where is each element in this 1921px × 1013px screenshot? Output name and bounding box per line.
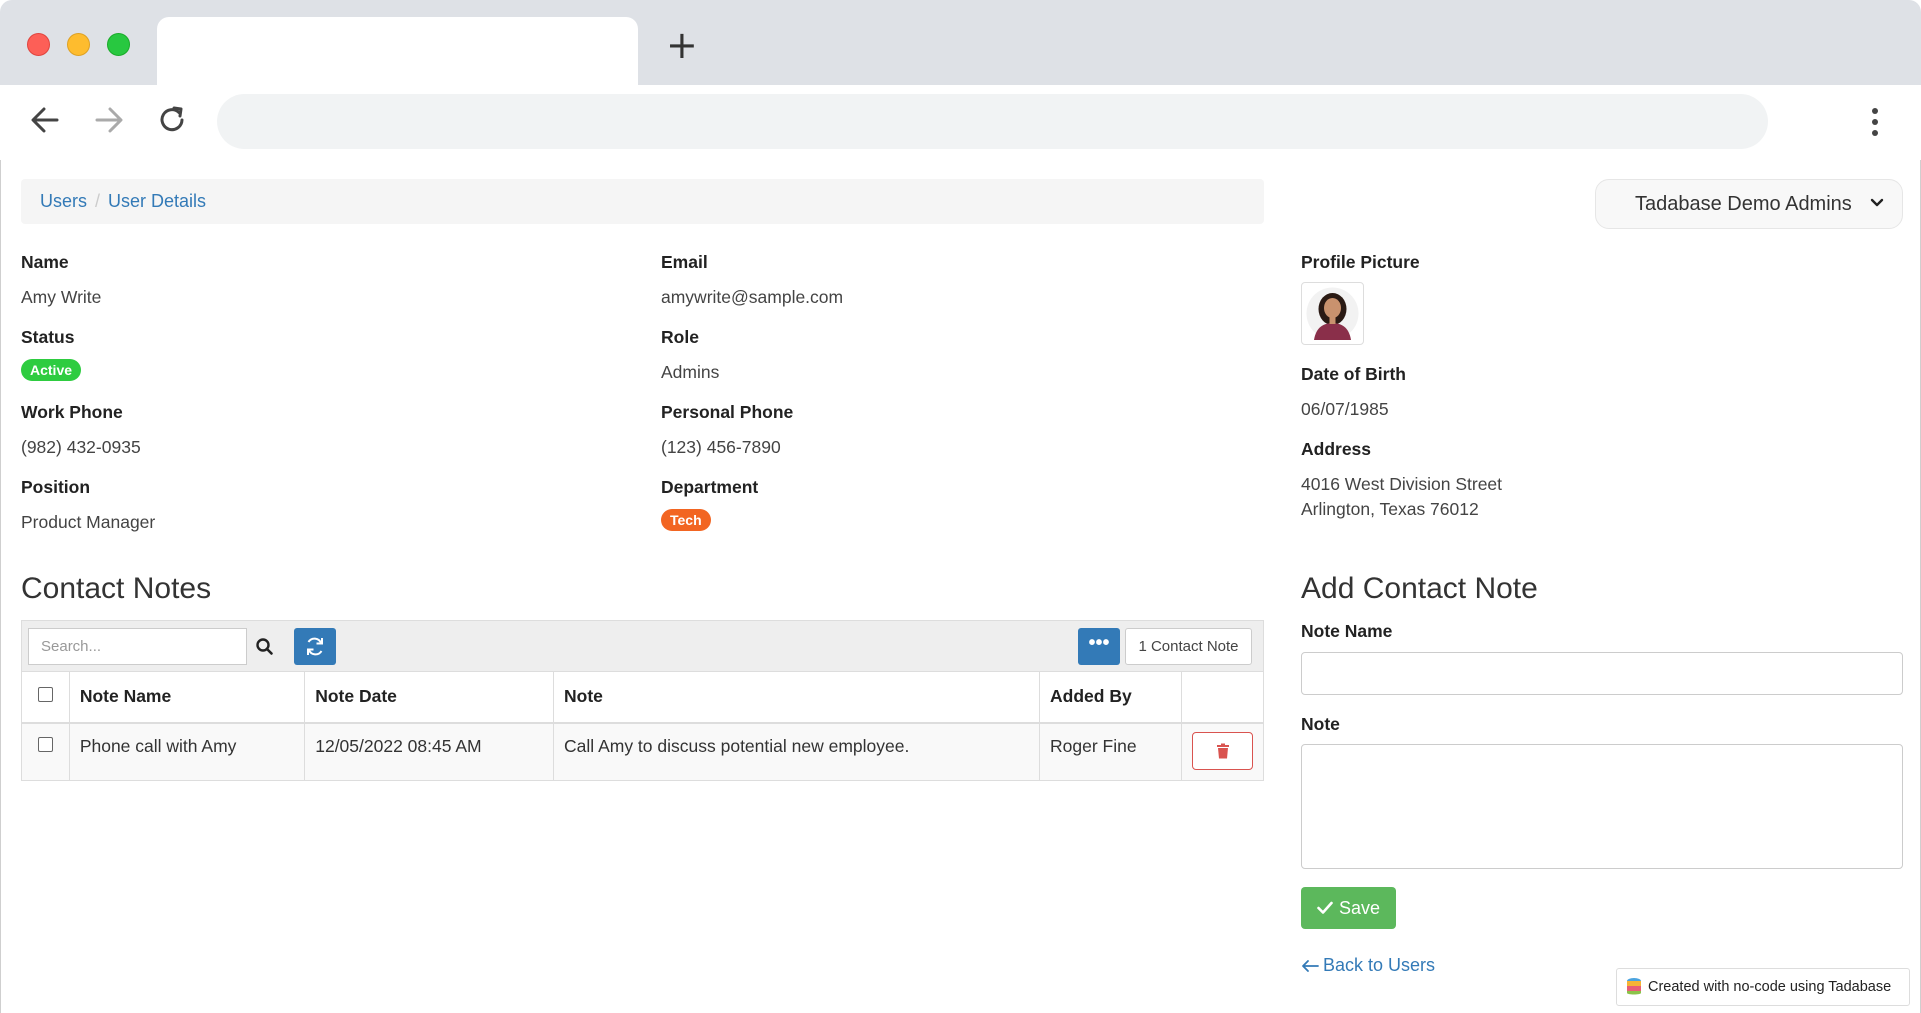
role-label: Role	[661, 327, 699, 347]
dob-field: Date of Birth 06/07/1985	[1301, 364, 1406, 422]
row-checkbox[interactable]	[37, 736, 53, 752]
address-line2: Arlington, Texas 76012	[1301, 499, 1479, 519]
cell-added-by: Roger Fine	[1039, 722, 1182, 781]
breadcrumb-users-link[interactable]: Users	[40, 191, 87, 212]
personal-phone-field: Personal Phone (123) 456-7890	[661, 402, 793, 460]
account-menu-button[interactable]: Tadabase Demo Admins	[1595, 179, 1903, 229]
breadcrumb: Users / User Details	[21, 179, 1264, 224]
col-note-date[interactable]: Note Date	[304, 671, 555, 724]
col-note[interactable]: Note	[553, 671, 1041, 724]
plus-icon[interactable]: +	[666, 26, 698, 64]
back-to-users-label: Back to Users	[1323, 955, 1436, 975]
cell-note-name: Phone call with Amy	[68, 722, 306, 781]
personal-phone-label: Personal Phone	[661, 402, 794, 422]
table-row: Phone call with Amy 12/05/2022 08:45 AM …	[21, 722, 1264, 781]
chevron-down-icon	[1870, 198, 1884, 207]
address-value: 4016 West Division Street Arlington, Tex…	[1301, 472, 1502, 522]
table-toolbar: Search... ••• 1 Contact Note	[21, 620, 1264, 672]
table-header-row: Note Name Note Date Note Added By	[21, 671, 1264, 724]
breadcrumb-user-details-link[interactable]: User Details	[108, 191, 206, 212]
position-value: Product Manager	[21, 512, 156, 532]
name-label: Name	[21, 252, 69, 272]
profile-picture-label: Profile Picture	[1301, 252, 1420, 272]
tadabase-badge[interactable]: Created with no-code using Tadabase	[1616, 968, 1910, 1006]
dob-value: 06/07/1985	[1301, 399, 1389, 419]
save-label: Save	[1338, 897, 1381, 918]
note-textarea[interactable]	[1301, 744, 1903, 869]
arrow-right-icon[interactable]	[92, 103, 126, 137]
col-note-name[interactable]: Note Name	[68, 671, 306, 724]
browser-chrome: +	[0, 0, 1921, 159]
profile-picture-field: Profile Picture	[1301, 252, 1420, 345]
trash-icon	[1216, 743, 1229, 758]
kebab-menu-icon[interactable]	[1862, 105, 1888, 139]
contact-notes-table: Note Name Note Date Note Added By Phone …	[21, 671, 1264, 781]
minimize-window-button[interactable]	[67, 33, 90, 56]
more-options-button[interactable]: •••	[1078, 628, 1120, 665]
arrow-left-icon[interactable]	[28, 103, 62, 137]
col-actions	[1181, 671, 1264, 724]
work-phone-field: Work Phone (982) 432-0935	[21, 402, 141, 460]
position-field: Position Product Manager	[21, 477, 155, 535]
close-window-button[interactable]	[27, 33, 50, 56]
position-label: Position	[21, 477, 91, 497]
select-all-checkbox[interactable]	[37, 687, 53, 703]
profile-photo-image	[1306, 287, 1359, 340]
save-button[interactable]: Save	[1301, 887, 1396, 929]
name-field: Name Amy Write	[21, 252, 101, 310]
department-badge: Tech	[661, 509, 711, 531]
add-contact-note-title: Add Contact Note	[1301, 572, 1538, 605]
dob-label: Date of Birth	[1301, 364, 1406, 384]
address-field: Address 4016 West Division Street Arling…	[1301, 439, 1502, 522]
reload-icon[interactable]	[155, 103, 189, 137]
personal-phone-value: (123) 456-7890	[661, 437, 781, 457]
tab-bar: +	[0, 0, 1921, 85]
contact-notes-title: Contact Notes	[21, 572, 212, 605]
database-icon	[1627, 978, 1641, 995]
delete-button[interactable]	[1192, 731, 1253, 770]
note-label: Note	[1301, 714, 1340, 734]
status-field: Status Active	[21, 327, 82, 381]
status-label: Status	[21, 327, 75, 347]
search-icon[interactable]	[250, 632, 280, 662]
address-bar[interactable]	[217, 94, 1768, 149]
cell-actions	[1181, 722, 1264, 781]
email-field: Email amywrite@sample.com	[661, 252, 843, 310]
refresh-icon	[307, 637, 323, 656]
refresh-button[interactable]	[294, 628, 336, 665]
email-value: amywrite@sample.com	[661, 287, 844, 307]
cell-note-date: 12/05/2022 08:45 AM	[304, 722, 555, 781]
col-added-by[interactable]: Added By	[1039, 671, 1182, 724]
checkmark-icon	[1317, 901, 1333, 914]
address-label: Address	[1301, 439, 1372, 459]
name-value: Amy Write	[21, 287, 102, 307]
tadabase-badge-label: Created with no-code using Tadabase	[1648, 979, 1892, 995]
avatar[interactable]	[1301, 282, 1364, 345]
select-all-cell	[21, 671, 70, 724]
note-name-label: Note Name	[1301, 621, 1393, 641]
role-value: Admins	[661, 362, 720, 382]
row-select-cell	[21, 722, 70, 781]
cell-note: Call Amy to discuss potential new employ…	[553, 722, 1041, 781]
maximize-window-button[interactable]	[107, 33, 130, 56]
role-field: Role Admins	[661, 327, 719, 385]
account-menu-label: Tadabase Demo Admins	[1635, 192, 1852, 215]
browser-tab[interactable]	[157, 17, 638, 85]
work-phone-value: (982) 432-0935	[21, 437, 141, 457]
department-label: Department	[661, 477, 759, 497]
note-name-input[interactable]	[1301, 652, 1903, 695]
back-to-users-link[interactable]: Back to Users	[1301, 955, 1435, 976]
status-badge: Active	[21, 359, 82, 381]
record-count-button[interactable]: 1 Contact Note	[1125, 628, 1252, 665]
search-input[interactable]: Search...	[28, 628, 247, 665]
address-line1: 4016 West Division Street	[1301, 474, 1503, 494]
page-content: Users / User Details Tadabase Demo Admin…	[0, 160, 1921, 1013]
work-phone-label: Work Phone	[21, 402, 123, 422]
search-placeholder: Search...	[41, 638, 102, 655]
department-field: Department Tech	[661, 477, 758, 531]
breadcrumb-separator: /	[95, 191, 101, 211]
arrow-left-icon	[1302, 959, 1319, 972]
email-label: Email	[661, 252, 708, 272]
browser-toolbar	[0, 85, 1921, 159]
